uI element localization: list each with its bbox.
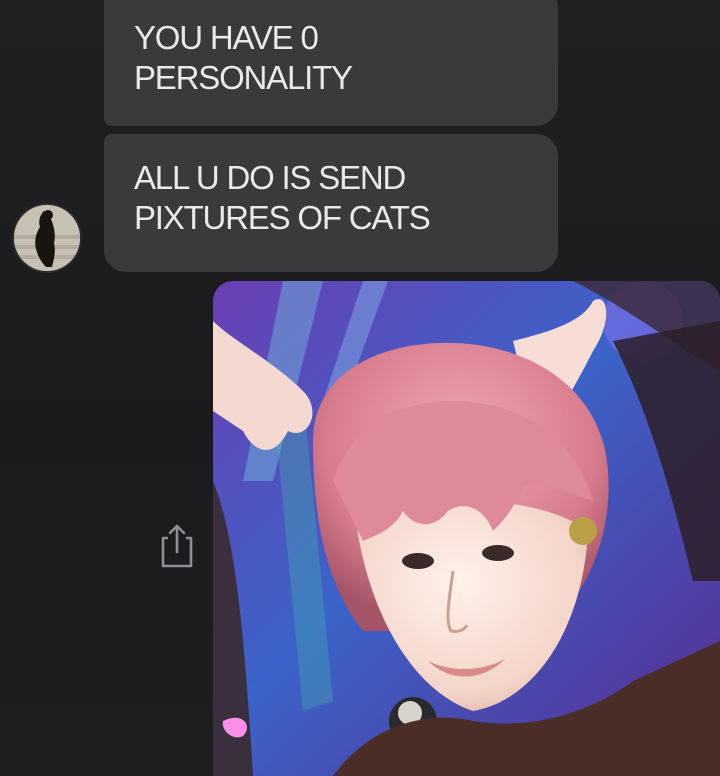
avatar-figure-icon: [14, 205, 80, 271]
share-icon[interactable]: [158, 520, 196, 570]
chat-thread: YOU HAVE 0 PERSONALITY ALL U DO IS SEND …: [0, 0, 720, 776]
message-bubble-personality[interactable]: YOU HAVE 0 PERSONALITY: [104, 0, 558, 126]
message-bubble-cats[interactable]: ALL U DO IS SEND PIXTURES OF CATS: [104, 134, 558, 272]
photo-attachment[interactable]: [213, 281, 720, 776]
contact-avatar[interactable]: [12, 203, 82, 273]
